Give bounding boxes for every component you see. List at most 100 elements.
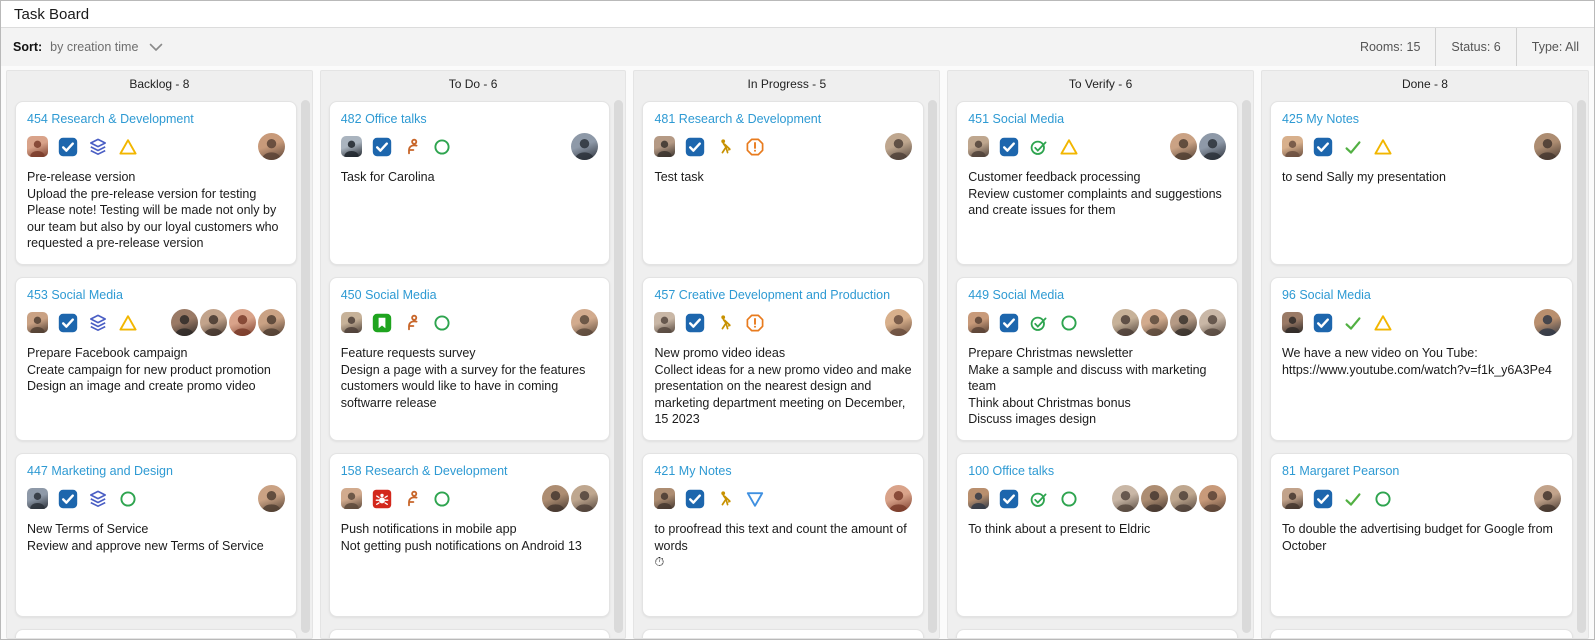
assignee-avatar[interactable]	[171, 309, 198, 336]
room-avatar[interactable]	[27, 488, 48, 509]
assignee-avatar[interactable]	[1112, 485, 1139, 512]
column-scrollbar[interactable]	[1242, 100, 1251, 633]
card-title-link[interactable]: 447 Marketing and Design	[27, 464, 285, 478]
card-body-line: Think about Christmas bonus	[968, 395, 1226, 412]
assignee-avatar-group	[885, 309, 912, 336]
room-avatar[interactable]	[341, 136, 362, 157]
card-title-link[interactable]: 481 Research & Development	[654, 112, 912, 126]
task-card[interactable]: 481 Research & Development Test task	[642, 101, 924, 265]
card-body-line: Create campaign for new product promotio…	[27, 362, 285, 379]
task-card-partial[interactable]	[329, 629, 611, 638]
card-title-link[interactable]: 450 Social Media	[341, 288, 599, 302]
task-card-partial[interactable]	[642, 629, 924, 638]
column-scrollbar[interactable]	[1577, 100, 1586, 633]
task-card[interactable]: 447 Marketing and Design New Terms of Se…	[15, 453, 297, 617]
room-avatar[interactable]	[1282, 312, 1303, 333]
assignee-avatar[interactable]	[1170, 485, 1197, 512]
card-body-line: Please note! Testing will be made not on…	[27, 202, 285, 252]
task-card[interactable]: 100 Office talks To think about a presen…	[956, 453, 1238, 617]
card-title-link[interactable]: 81 Margaret Pearson	[1282, 464, 1561, 478]
card-title-link[interactable]: 451 Social Media	[968, 112, 1226, 126]
task-card[interactable]: 96 Social Media We have a new video on Y…	[1270, 277, 1573, 441]
triangle-warning-icon	[1059, 137, 1079, 157]
room-avatar[interactable]	[968, 136, 989, 157]
card-icon-row	[1282, 309, 1561, 336]
card-title-link[interactable]: 454 Research & Development	[27, 112, 285, 126]
filter-status[interactable]: Status: 6	[1435, 28, 1515, 66]
column-scrollbar[interactable]	[301, 100, 310, 633]
assignee-avatar[interactable]	[571, 485, 598, 512]
assignee-avatar[interactable]	[1534, 485, 1561, 512]
assignee-avatar[interactable]	[885, 133, 912, 160]
assignee-avatar[interactable]	[1141, 485, 1168, 512]
task-card[interactable]: 454 Research & Development Pre-release v…	[15, 101, 297, 265]
card-title-link[interactable]: 100 Office talks	[968, 464, 1226, 478]
room-avatar[interactable]	[654, 136, 675, 157]
room-avatar[interactable]	[654, 488, 675, 509]
card-body-line: Collect ideas for a new promo video and …	[654, 362, 912, 428]
card-body-line: Design a page with a survey for the feat…	[341, 362, 599, 412]
task-card[interactable]: 453 Social Media Prepare Facebook campai…	[15, 277, 297, 441]
column-card-list: 482 Office talks Task for Carolina 450 S…	[321, 97, 626, 638]
card-title-link[interactable]: 421 My Notes	[654, 464, 912, 478]
room-avatar[interactable]	[27, 312, 48, 333]
assignee-avatar[interactable]	[1170, 309, 1197, 336]
filter-type[interactable]: Type: All	[1516, 28, 1594, 66]
assignee-avatar[interactable]	[1112, 309, 1139, 336]
task-card-partial[interactable]	[1270, 629, 1573, 638]
assignee-avatar[interactable]	[885, 485, 912, 512]
filter-rooms[interactable]: Rooms: 15	[1345, 28, 1435, 66]
room-avatar[interactable]	[341, 488, 362, 509]
room-avatar[interactable]	[27, 136, 48, 157]
room-avatar[interactable]	[1282, 136, 1303, 157]
assignee-avatar[interactable]	[258, 133, 285, 160]
assignee-avatar[interactable]	[1534, 309, 1561, 336]
task-card[interactable]: 451 Social Media Customer feedback proce…	[956, 101, 1238, 265]
card-title-link[interactable]: 449 Social Media	[968, 288, 1226, 302]
column-scrollbar[interactable]	[928, 100, 937, 633]
column-scrollbar[interactable]	[614, 100, 623, 633]
assignee-avatar[interactable]	[1534, 133, 1561, 160]
task-card[interactable]: 425 My Notes to send Sally my presentati…	[1270, 101, 1573, 265]
card-body-line: Customer feedback processing	[968, 169, 1226, 186]
room-avatar[interactable]	[968, 312, 989, 333]
card-title-link[interactable]: 158 Research & Development	[341, 464, 599, 478]
card-body-text: Task for Carolina	[341, 169, 599, 186]
assignee-avatar[interactable]	[885, 309, 912, 336]
room-avatar[interactable]	[341, 312, 362, 333]
assignee-avatar[interactable]	[1199, 133, 1226, 160]
assignee-avatar[interactable]	[571, 309, 598, 336]
room-avatar[interactable]	[1282, 488, 1303, 509]
task-card[interactable]: 81 Margaret Pearson To double the advert…	[1270, 453, 1573, 617]
assignee-avatar[interactable]	[1199, 309, 1226, 336]
task-card[interactable]: 457 Creative Development and Production …	[642, 277, 924, 441]
task-card[interactable]: 449 Social Media Prepare Christmas newsl…	[956, 277, 1238, 441]
card-title-link[interactable]: 482 Office talks	[341, 112, 599, 126]
card-title-link[interactable]: 425 My Notes	[1282, 112, 1561, 126]
room-avatar[interactable]	[654, 312, 675, 333]
task-card-partial[interactable]	[956, 629, 1238, 638]
card-title-link[interactable]: 453 Social Media	[27, 288, 285, 302]
card-title-link[interactable]: 96 Social Media	[1282, 288, 1561, 302]
assignee-avatar[interactable]	[1199, 485, 1226, 512]
task-card[interactable]: 158 Research & Development Push notifica…	[329, 453, 611, 617]
assignee-avatar[interactable]	[200, 309, 227, 336]
assignee-avatar[interactable]	[1141, 309, 1168, 336]
assignee-avatar[interactable]	[1170, 133, 1197, 160]
room-avatar[interactable]	[968, 488, 989, 509]
task-card[interactable]: 421 My Notes to proofread this text and …	[642, 453, 924, 617]
task-card[interactable]: 450 Social Media Feature requests survey…	[329, 277, 611, 441]
assignee-avatar[interactable]	[229, 309, 256, 336]
task-card-partial[interactable]	[15, 629, 297, 638]
layers-icon	[88, 137, 108, 157]
card-body-text: New promo video ideasCollect ideas for a…	[654, 345, 912, 428]
task-card[interactable]: 482 Office talks Task for Carolina	[329, 101, 611, 265]
octagon-exclamation-icon	[745, 313, 765, 333]
assignee-avatar[interactable]	[258, 309, 285, 336]
card-title-link[interactable]: 457 Creative Development and Production	[654, 288, 912, 302]
assignee-avatar-group	[1112, 309, 1226, 336]
assignee-avatar[interactable]	[258, 485, 285, 512]
assignee-avatar[interactable]	[542, 485, 569, 512]
assignee-avatar[interactable]	[571, 133, 598, 160]
sort-control[interactable]: Sort: by creation time	[1, 37, 166, 57]
